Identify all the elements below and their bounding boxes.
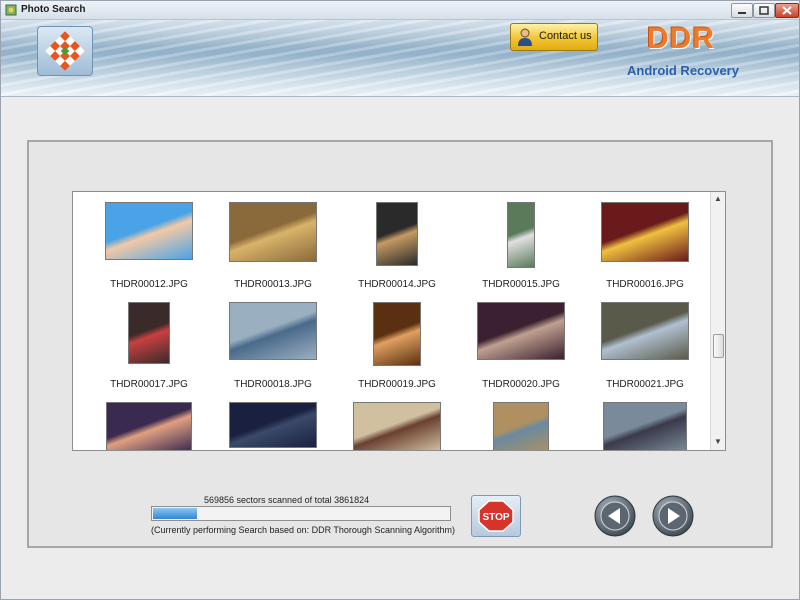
next-button[interactable] [651,494,695,538]
scroll-down-icon[interactable]: ▼ [714,438,722,446]
stop-button[interactable]: STOP [471,495,521,537]
photo-gallery: THDR00012.JPG THDR00013.JPG THDR00014.JPG T… [72,191,726,451]
photo-tile[interactable]: THDR00020.JPG [461,302,581,398]
photo-thumbnail[interactable] [229,302,317,360]
photo-tile[interactable]: THDR00014.JPG [337,202,457,298]
header-banner: Contact us DDR Android Recovery [1,20,799,97]
photo-search-window: Photo Search Contact us DDR Android Reco… [0,0,800,600]
photo-thumbnail[interactable] [507,202,535,268]
scan-algorithm-note: (Currently performing Search based on: D… [151,525,455,535]
photo-filename: THDR00014.JPG [358,279,436,290]
photo-tile[interactable] [585,402,705,450]
photo-filename: THDR00013.JPG [234,279,312,290]
scan-progress-bar [151,506,451,521]
photo-thumbnail[interactable] [229,202,317,262]
photo-filename: THDR00018.JPG [234,379,312,390]
photo-thumbnail[interactable] [106,402,192,450]
close-button[interactable] [775,3,799,18]
photo-tile[interactable] [89,402,209,450]
photo-thumbnail[interactable] [376,202,418,266]
stop-sign-icon: STOP [478,500,514,532]
photo-tile[interactable]: THDR00015.JPG [461,202,581,298]
photo-tile[interactable] [337,402,457,450]
app-icon [5,4,17,16]
contact-us-label: Contact us [539,30,592,42]
close-icon [782,6,792,15]
photo-thumbnail[interactable] [353,402,441,450]
minimize-button[interactable] [731,3,753,18]
photo-thumbnail[interactable] [601,302,689,360]
photo-tile[interactable]: THDR00017.JPG [89,302,209,398]
arrow-left-icon [594,495,636,537]
checker-logo-icon [45,31,85,71]
app-logo [37,26,93,76]
maximize-icon [759,6,769,15]
vertical-scrollbar[interactable]: ▲ ▼ [710,192,725,450]
photo-tile[interactable] [213,402,333,450]
minimize-icon [738,12,746,14]
scroll-up-icon[interactable]: ▲ [714,195,722,203]
thumbnail-grid: THDR00012.JPG THDR00013.JPG THDR00014.JPG T… [73,192,713,450]
window-title: Photo Search [21,4,86,15]
photo-filename: THDR00020.JPG [482,379,560,390]
maximize-button[interactable] [753,3,775,18]
scan-progress-fill [153,508,197,519]
photo-tile[interactable] [461,402,581,450]
photo-thumbnail[interactable] [603,402,687,450]
photo-thumbnail[interactable] [477,302,565,360]
photo-tile[interactable]: THDR00021.JPG [585,302,705,398]
brand-logo-text: DDR [647,22,715,55]
photo-filename: THDR00015.JPG [482,279,560,290]
photo-thumbnail[interactable] [105,202,193,260]
photo-filename: THDR00016.JPG [606,279,684,290]
scrollbar-thumb[interactable] [713,334,724,358]
photo-tile[interactable]: THDR00012.JPG [89,202,209,298]
photo-filename: THDR00019.JPG [358,379,436,390]
photo-thumbnail[interactable] [493,402,549,450]
stop-label: STOP [482,512,509,523]
photo-thumbnail[interactable] [229,402,317,448]
photo-tile[interactable]: THDR00016.JPG [585,202,705,298]
photo-thumbnail[interactable] [373,302,421,366]
arrow-right-icon [652,495,694,537]
brand-subtitle: Android Recovery [627,63,739,78]
photo-filename: THDR00021.JPG [606,379,684,390]
photo-thumbnail[interactable] [601,202,689,262]
photo-tile[interactable]: THDR00019.JPG [337,302,457,398]
photo-thumbnail[interactable] [128,302,170,364]
photo-filename: THDR00017.JPG [110,379,188,390]
person-icon [518,28,532,46]
contact-us-button[interactable]: Contact us [510,23,598,51]
title-bar: Photo Search [1,1,799,20]
photo-filename: THDR00012.JPG [110,279,188,290]
previous-button[interactable] [593,494,637,538]
photo-tile[interactable]: THDR00013.JPG [213,202,333,298]
scan-status-text: 569856 sectors scanned of total 3861824 [204,495,370,505]
photo-tile[interactable]: THDR00018.JPG [213,302,333,398]
